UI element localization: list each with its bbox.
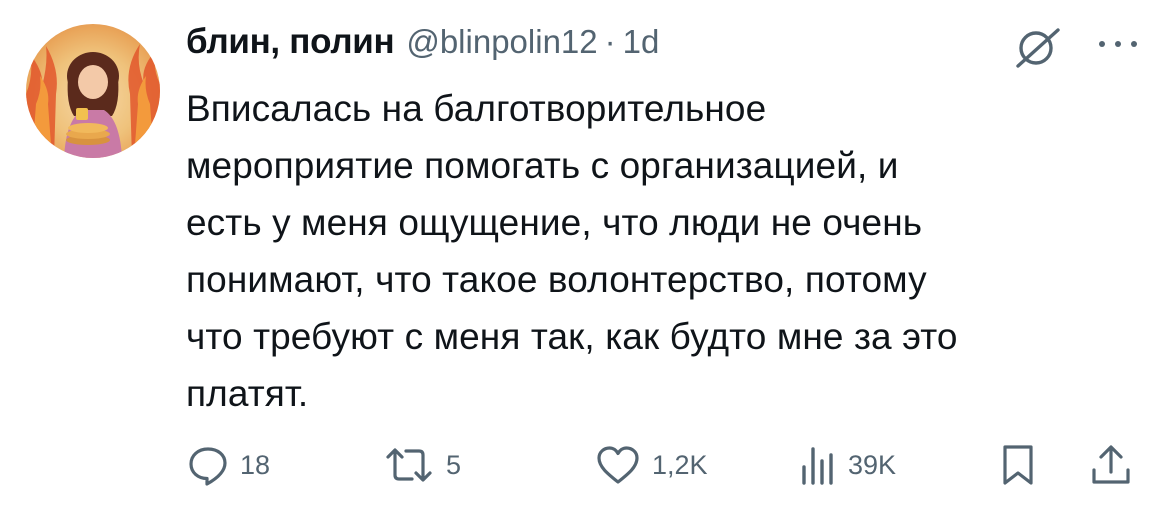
retweet-button[interactable]: 5	[382, 440, 461, 490]
views-button[interactable]: 39K	[798, 440, 896, 490]
views-icon	[802, 447, 833, 485]
display-name[interactable]: блин, полин	[186, 22, 395, 62]
tweet-header: блин, полин @blinpolin12 · 1d	[186, 22, 659, 70]
grok-icon	[1016, 28, 1060, 68]
timestamp[interactable]: 1d	[623, 23, 660, 61]
share-icon	[1092, 445, 1130, 484]
like-button[interactable]: 1,2K	[594, 440, 708, 490]
views-count: 39K	[848, 449, 897, 480]
reply-button[interactable]: 18	[186, 440, 270, 490]
avatar-illustration-icon	[26, 44, 160, 158]
tweet-text: Вписалась на балготворительное мероприят…	[186, 88, 958, 414]
avatar[interactable]	[26, 24, 160, 158]
share-button[interactable]	[1088, 440, 1134, 490]
bookmark-icon	[1003, 445, 1033, 485]
grok-button[interactable]	[1012, 24, 1064, 70]
bookmark-button[interactable]	[1000, 440, 1036, 490]
heart-icon	[597, 446, 639, 484]
separator-dot: ·	[604, 23, 616, 60]
more-button[interactable]	[1094, 30, 1142, 58]
reply-icon	[189, 447, 227, 486]
action-bar: 18 5 1,2K 39K	[186, 440, 1146, 490]
retweet-icon	[386, 448, 432, 482]
retweet-count: 5	[446, 449, 462, 480]
user-handle[interactable]: @blinpolin12	[406, 23, 597, 61]
like-count: 1,2K	[652, 449, 708, 480]
more-icon	[1099, 41, 1137, 47]
reply-count: 18	[240, 449, 271, 480]
